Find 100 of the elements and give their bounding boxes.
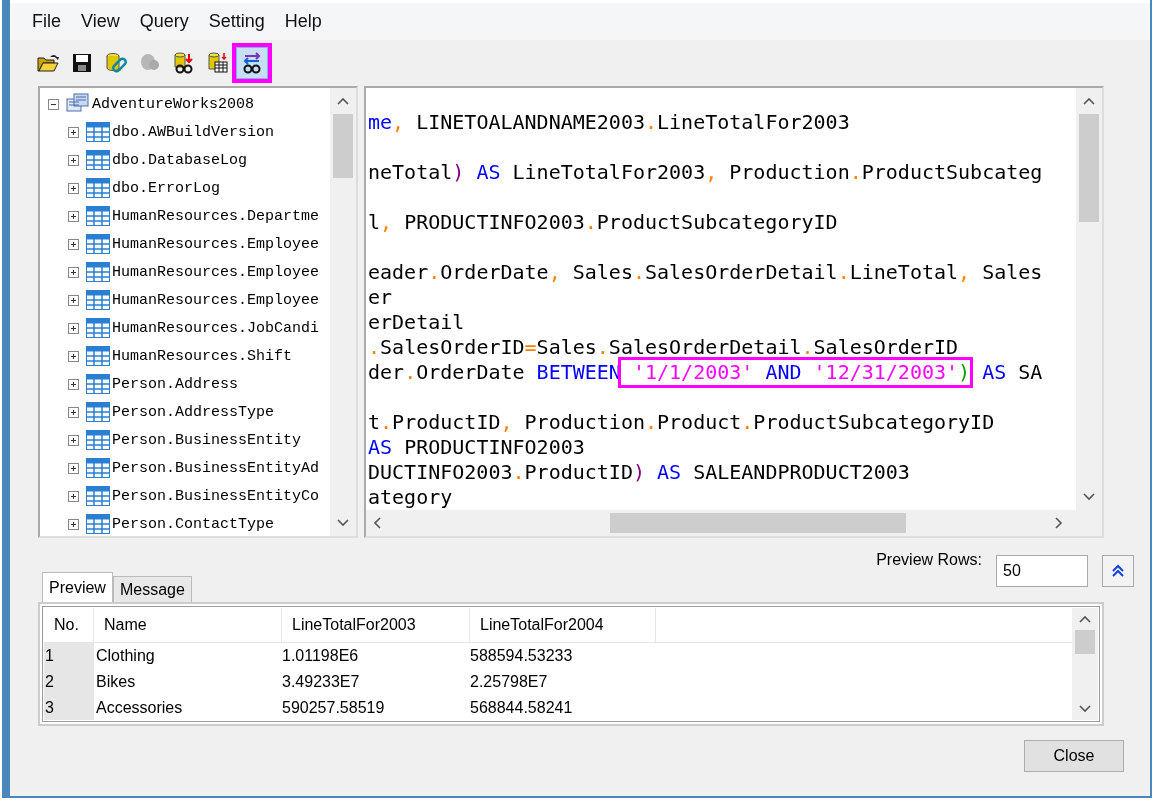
scroll-thumb[interactable] xyxy=(1075,630,1095,654)
collapse-icon[interactable] xyxy=(48,98,60,110)
tree-item[interactable]: Person.BusinessEntity xyxy=(112,431,302,449)
table-cell-text: 588594.53233 xyxy=(470,646,574,666)
column-header[interactable]: LineTotalFor2004 xyxy=(470,608,656,642)
table-icon xyxy=(86,206,110,226)
table-cell-text: 2.25798E7 xyxy=(470,672,549,692)
expand-icon[interactable] xyxy=(68,350,80,362)
menu-item[interactable]: Setting xyxy=(198,11,275,32)
tree-item[interactable]: HumanResources.Departme xyxy=(112,207,320,225)
database-grid-icon xyxy=(207,52,229,74)
expand-icon[interactable] xyxy=(68,238,80,250)
scroll-up-icon[interactable] xyxy=(337,97,349,105)
double-chevron-up-icon xyxy=(1112,564,1124,578)
scrollbar[interactable] xyxy=(1072,608,1098,720)
code-line: t.ProductID, Production.Product.ProductSubcategoryID xyxy=(368,409,995,435)
tree-item[interactable]: Person.BusinessEntityAd xyxy=(112,459,320,477)
code-line: AS SA xyxy=(981,360,1043,385)
table-icon xyxy=(86,402,110,422)
tree-item[interactable]: HumanResources.Employee xyxy=(112,235,320,253)
tree-item[interactable]: Person.BusinessEntityCo xyxy=(112,487,320,505)
code-line: DUCTINFO2003.ProductID) AS SALEANDPRODUCT2003 xyxy=(368,460,910,485)
preview-rows-field[interactable]: 50 xyxy=(996,555,1088,587)
expand-icon[interactable] xyxy=(68,434,80,446)
swap-glasses-icon xyxy=(241,52,263,74)
expand-icon[interactable] xyxy=(68,518,80,530)
table-icon xyxy=(86,150,110,170)
database-glasses-icon xyxy=(173,52,195,74)
table-icon xyxy=(86,458,110,478)
expand-icon[interactable] xyxy=(68,322,80,334)
menu-item[interactable]: View xyxy=(71,11,130,32)
expand-icon[interactable] xyxy=(68,182,80,194)
code-line: der.OrderDate BETWEEN xyxy=(368,360,621,385)
scrollbar[interactable] xyxy=(366,510,1102,536)
expand-icon[interactable] xyxy=(68,294,80,306)
table-icon xyxy=(86,346,110,366)
tree-item[interactable]: Person.ContactType xyxy=(112,515,275,533)
table-icon xyxy=(86,122,110,142)
table-icon xyxy=(86,374,110,394)
tree-item[interactable]: dbo.ErrorLog xyxy=(112,179,221,197)
menu-item[interactable]: File xyxy=(22,11,71,32)
expand-icon[interactable] xyxy=(68,126,80,138)
menu-item[interactable]: Query xyxy=(129,11,199,32)
code-line: me, LINETOALANDNAME2003.LineTotalFor2003 xyxy=(368,110,850,135)
scroll-up-icon[interactable] xyxy=(1079,615,1091,623)
scroll-thumb[interactable] xyxy=(1079,114,1099,222)
table-cell-text: 568844.58241 xyxy=(470,698,574,718)
tab[interactable]: Message xyxy=(112,576,192,602)
scroll-down-icon[interactable] xyxy=(337,519,349,527)
scroll-thumb[interactable] xyxy=(610,513,906,533)
table-icon xyxy=(86,262,110,282)
tree-item[interactable]: dbo.AWBuildVersion xyxy=(112,123,275,141)
table-icon xyxy=(86,178,110,198)
row-number: 1 xyxy=(44,643,94,669)
tree-item[interactable]: HumanResources.Employee xyxy=(112,263,320,281)
tree-item[interactable]: dbo.DatabaseLog xyxy=(112,151,248,169)
code-line: erDetail xyxy=(368,310,465,335)
table-icon xyxy=(86,290,110,310)
table-icon xyxy=(86,514,110,534)
column-header[interactable]: LineTotalFor2003 xyxy=(282,608,470,642)
expand-icon[interactable] xyxy=(68,490,80,502)
tab[interactable]: Preview xyxy=(42,572,113,602)
tree-item[interactable]: Person.Address xyxy=(112,375,239,393)
tree-item[interactable]: Person.AddressType xyxy=(112,403,275,421)
menu-item[interactable]: Help xyxy=(274,11,332,32)
scrollbar[interactable] xyxy=(330,88,356,536)
table-icon xyxy=(86,234,110,254)
column-header[interactable]: Name xyxy=(94,608,282,642)
tree-item[interactable]: HumanResources.Employee xyxy=(112,291,320,309)
table-cell-text: Bikes xyxy=(95,672,137,692)
scroll-right-icon[interactable] xyxy=(1055,517,1063,529)
tree-item[interactable]: AdventureWorks2008 xyxy=(92,95,255,113)
scrollbar[interactable] xyxy=(1076,88,1102,510)
sql-editor[interactable] xyxy=(364,86,1104,538)
close-button[interactable]: Close xyxy=(1024,740,1124,772)
column-header[interactable]: No. xyxy=(44,608,94,642)
disconnect-icon xyxy=(140,53,160,73)
expand-icon[interactable] xyxy=(68,406,80,418)
code-line: l, PRODUCTINFO2003.ProductSubcategoryID xyxy=(368,209,838,235)
open-folder-icon xyxy=(37,53,59,73)
code-line: eader.OrderDate, Sales.SalesOrderDetail.LineTotal, Sales xyxy=(368,259,1043,285)
expand-icon[interactable] xyxy=(68,266,80,278)
expand-icon[interactable] xyxy=(68,154,80,166)
expand-icon[interactable] xyxy=(68,210,80,222)
scroll-up-icon[interactable] xyxy=(1083,97,1095,105)
scroll-left-icon[interactable] xyxy=(373,517,381,529)
collapse-button[interactable] xyxy=(1102,555,1134,587)
expand-icon[interactable] xyxy=(68,462,80,474)
scroll-down-icon[interactable] xyxy=(1079,705,1091,713)
row-number: 2 xyxy=(44,669,94,695)
highlight-box: '1/1/2003' AND '12/31/2003') xyxy=(620,360,971,385)
expand-icon[interactable] xyxy=(68,378,80,390)
scroll-down-icon[interactable] xyxy=(1083,493,1095,501)
table-cell-text: 590257.58519 xyxy=(282,698,386,718)
tree-item[interactable]: HumanResources.Shift xyxy=(112,347,293,365)
code-line: neTotal) AS LineTotalFor2003, Production.ProductSubcateg xyxy=(368,159,1043,185)
preview-rows-label: Preview Rows: xyxy=(876,551,982,569)
scroll-thumb[interactable] xyxy=(333,114,353,178)
tree-item[interactable]: HumanResources.JobCandi xyxy=(112,319,320,337)
row-number: 3 xyxy=(44,695,94,720)
